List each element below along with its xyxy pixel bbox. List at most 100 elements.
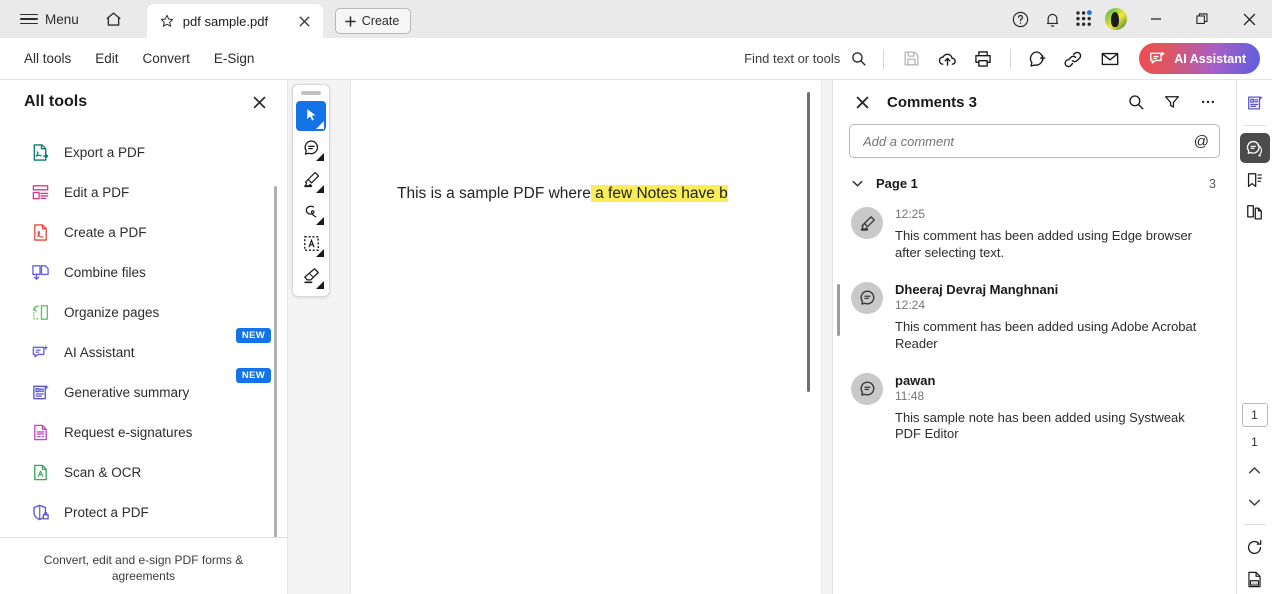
comments-more-options-button[interactable] bbox=[1194, 88, 1222, 116]
next-page-button[interactable] bbox=[1240, 487, 1270, 517]
add-comment-input[interactable] bbox=[863, 133, 1194, 149]
filter-comments-button[interactable] bbox=[1158, 88, 1186, 116]
pdf-page[interactable]: This is a sample PDF where a few Notes h… bbox=[351, 80, 821, 594]
chevron-down-icon bbox=[316, 248, 324, 257]
link-button[interactable] bbox=[1057, 43, 1091, 75]
page-number-input[interactable] bbox=[1241, 403, 1268, 427]
comment-item[interactable]: 12:25 This comment has been added using … bbox=[833, 197, 1236, 272]
notifications-button[interactable] bbox=[1037, 4, 1067, 34]
tool-label: Combine files bbox=[64, 264, 146, 280]
tool-label: AI Assistant bbox=[64, 344, 135, 360]
tab-all-tools[interactable]: All tools bbox=[12, 45, 83, 72]
create-button-label: Create bbox=[361, 14, 400, 28]
tool-item-export-a-pdf[interactable]: Export a PDF bbox=[0, 132, 287, 172]
rail-page-thumbnails-button[interactable] bbox=[1240, 197, 1270, 227]
tool-item-scan-and-ocr[interactable]: Scan & OCR bbox=[0, 452, 287, 492]
rotate-button[interactable] bbox=[1240, 532, 1270, 562]
help-icon bbox=[1012, 11, 1028, 27]
tab-esign[interactable]: E-Sign bbox=[202, 45, 267, 72]
tab-convert[interactable]: Convert bbox=[131, 45, 202, 72]
toolbar-drag-handle[interactable] bbox=[301, 91, 321, 95]
comment-item[interactable]: Dheeraj Devraj Manghnani 12:24 This comm… bbox=[833, 272, 1236, 363]
close-comments-button[interactable] bbox=[851, 91, 873, 113]
organize-pages-icon bbox=[30, 302, 50, 322]
scan-ocr-icon bbox=[30, 462, 50, 482]
close-icon bbox=[252, 95, 266, 109]
help-button[interactable] bbox=[1005, 4, 1035, 34]
tool-item-request-e-signatures[interactable]: Request e-signatures bbox=[0, 412, 287, 452]
tool-item-combine-files[interactable]: Combine files bbox=[0, 252, 287, 292]
fit-page-icon: 1:1 bbox=[1248, 571, 1261, 587]
ai-assistant-button[interactable]: AI Assistant bbox=[1139, 43, 1260, 74]
previous-page-button[interactable] bbox=[1240, 455, 1270, 485]
home-button[interactable] bbox=[97, 4, 131, 34]
chevron-down-icon bbox=[316, 184, 324, 193]
tab-close-button[interactable] bbox=[295, 11, 315, 31]
tool-item-edit-a-pdf[interactable]: Edit a PDF bbox=[0, 172, 287, 212]
generative-summary-icon bbox=[30, 382, 50, 402]
rail-generative-summary-button[interactable] bbox=[1240, 88, 1270, 118]
protect-pdf-icon bbox=[30, 502, 50, 522]
rail-divider bbox=[1243, 125, 1266, 126]
print-button[interactable] bbox=[966, 43, 1000, 75]
print-icon bbox=[975, 50, 991, 67]
cloud-upload-button[interactable] bbox=[930, 43, 964, 75]
create-button[interactable]: Create bbox=[334, 8, 412, 34]
tool-label: Organize pages bbox=[64, 304, 160, 320]
find-button[interactable]: Find text or tools bbox=[738, 46, 873, 71]
pdf-text-highlighted[interactable]: a few Notes have b bbox=[590, 185, 728, 202]
comment-item[interactable]: pawan 11:48 This sample note has been ad… bbox=[833, 363, 1236, 454]
tool-add-comment[interactable] bbox=[296, 133, 326, 163]
search-comments-button[interactable] bbox=[1122, 88, 1150, 116]
right-rail: 1 1:1 bbox=[1236, 80, 1272, 594]
at-mention-icon[interactable]: @ bbox=[1194, 133, 1209, 150]
tool-item-create-a-pdf[interactable]: Create a PDF bbox=[0, 212, 287, 252]
comments-group-page-1[interactable]: Page 1 3 bbox=[833, 158, 1236, 197]
star-icon[interactable] bbox=[159, 13, 175, 29]
tool-item-generative-summary[interactable]: Generative summary NEW bbox=[0, 368, 287, 412]
hamburger-icon bbox=[20, 9, 38, 29]
minimize-button[interactable] bbox=[1133, 0, 1178, 38]
rail-bookmarks-button[interactable] bbox=[1240, 165, 1270, 195]
close-tools-panel-button[interactable] bbox=[247, 90, 271, 114]
menu-button[interactable]: Menu bbox=[14, 5, 85, 33]
document-viewport[interactable]: This is a sample PDF where a few Notes h… bbox=[288, 80, 832, 594]
comment-text: This sample note has been added using Sy… bbox=[895, 409, 1185, 442]
tool-eraser[interactable] bbox=[296, 261, 326, 291]
comment-time: 11:48 bbox=[895, 388, 925, 403]
account-avatar-button[interactable] bbox=[1101, 4, 1131, 34]
tool-item-organize-pages[interactable]: Organize pages bbox=[0, 292, 287, 332]
tool-label: Export a PDF bbox=[64, 144, 146, 160]
close-window-button[interactable] bbox=[1227, 0, 1272, 38]
tool-label: Scan & OCR bbox=[64, 464, 142, 480]
rail-comments-button[interactable] bbox=[1239, 133, 1270, 163]
comment-time: 12:25 bbox=[895, 207, 926, 221]
tool-lasso-draw[interactable] bbox=[296, 197, 326, 227]
email-button[interactable] bbox=[1093, 43, 1127, 75]
tool-highlighter[interactable] bbox=[296, 165, 326, 195]
tab-edit[interactable]: Edit bbox=[83, 45, 130, 72]
save-button[interactable] bbox=[894, 43, 928, 75]
comment-text: This comment has been added using Adobe … bbox=[895, 318, 1197, 351]
comment-time: 12:24 bbox=[895, 297, 926, 312]
page-thumbnails-icon bbox=[1247, 204, 1262, 219]
add-comment-button[interactable] bbox=[1021, 43, 1055, 75]
fit-page-button[interactable]: 1:1 bbox=[1240, 564, 1270, 594]
tool-item-ai-assistant[interactable]: AI Assistant NEW bbox=[0, 328, 287, 372]
document-scrollbar[interactable] bbox=[807, 92, 810, 392]
tool-select-cursor[interactable] bbox=[296, 100, 326, 131]
document-tab[interactable]: pdf sample.pdf bbox=[146, 4, 323, 38]
comments-group-label: Page 1 bbox=[876, 176, 918, 191]
tool-text-select[interactable] bbox=[296, 229, 326, 259]
maximize-button[interactable] bbox=[1180, 0, 1225, 38]
tool-item-protect-a-pdf[interactable]: Protect a PDF bbox=[0, 492, 287, 532]
close-icon bbox=[1243, 13, 1256, 25]
add-comment-box[interactable]: @ bbox=[849, 124, 1220, 158]
comments-actions bbox=[1122, 88, 1222, 116]
tools-footer: Convert, edit and e-sign PDF forms & agr… bbox=[0, 536, 287, 594]
apps-button[interactable] bbox=[1069, 4, 1099, 34]
home-icon bbox=[106, 11, 121, 26]
minimize-icon bbox=[1150, 18, 1161, 20]
comment-body: Dheeraj Devraj Manghnani 12:24 This comm… bbox=[895, 282, 1214, 353]
chevron-up-icon bbox=[1248, 466, 1261, 473]
